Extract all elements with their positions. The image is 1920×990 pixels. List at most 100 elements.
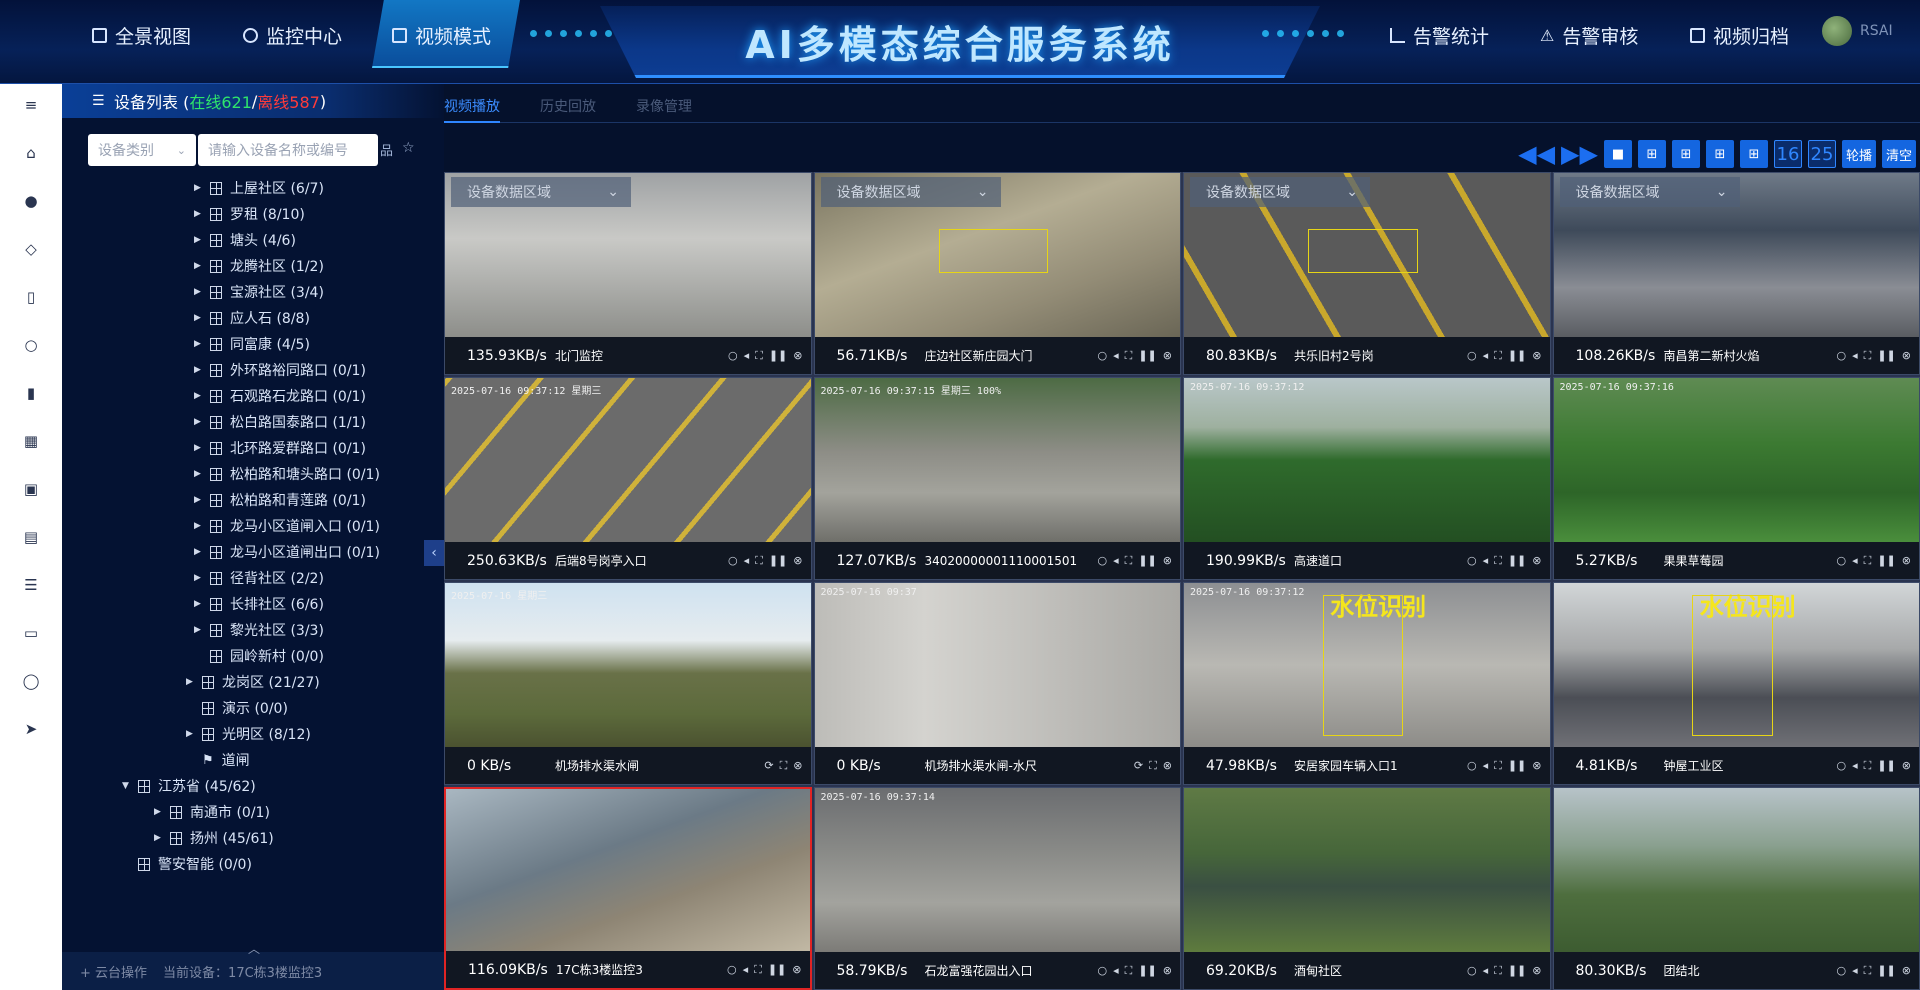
video-feed[interactable]	[1184, 788, 1550, 952]
fullscreen-icon[interactable]: ⛶	[1494, 349, 1502, 363]
record-icon[interactable]: ○	[1837, 349, 1847, 363]
tab-video-play[interactable]: 视频播放	[444, 96, 500, 116]
camera-icon[interactable]: ●	[22, 192, 40, 210]
fullscreen-icon[interactable]: ⛶	[1125, 554, 1133, 568]
record-icon[interactable]: ○	[1098, 349, 1108, 363]
tree-node[interactable]: ▶ 同富康 (4/5)	[194, 332, 310, 356]
caret-down-icon[interactable]: ▼	[122, 781, 130, 791]
volume-icon[interactable]: ◂	[744, 349, 750, 363]
document-icon[interactable]: ▮	[22, 384, 40, 402]
grid-icon[interactable]: ▣	[22, 480, 40, 498]
volume-icon[interactable]: ◂	[1483, 759, 1489, 773]
fullscreen-icon[interactable]: ⛶	[1125, 349, 1133, 363]
close-icon[interactable]: ⊗	[1902, 759, 1911, 773]
region-select[interactable]: 设备数据区域 ⌄	[1559, 177, 1740, 207]
pause-icon[interactable]: ❚❚	[768, 963, 786, 977]
close-icon[interactable]: ⊗	[1163, 964, 1172, 978]
close-icon[interactable]: ⊗	[793, 349, 802, 363]
tree-node[interactable]: ▶ 北环路爱群路口 (0/1)	[194, 436, 366, 460]
nav-alarm-review[interactable]: ⚠ 告警审核	[1540, 18, 1638, 52]
clear-button[interactable]: 清空	[1881, 140, 1916, 168]
video-feed[interactable]	[1553, 378, 1919, 542]
pause-icon[interactable]: ❚❚	[1877, 349, 1895, 363]
caret-right-icon[interactable]: ▶	[194, 209, 202, 219]
volume-icon[interactable]: ◂	[1852, 349, 1858, 363]
caret-right-icon[interactable]: ▶	[194, 391, 202, 401]
nav-panorama[interactable]: 全景视图	[92, 18, 191, 52]
caret-right-icon[interactable]: ▶	[194, 443, 202, 453]
tree-node[interactable]: 警安智能 (0/0)	[122, 852, 252, 876]
video-feed[interactable]	[445, 378, 811, 542]
close-icon[interactable]: ⊗	[1163, 554, 1172, 568]
video-cell[interactable]: 69.20KB/s 酒甸社区 ○ ◂ ⛶ ❚❚ ⊗	[1183, 787, 1551, 990]
record-icon[interactable]: ○	[728, 349, 738, 363]
next-page-button[interactable]: ▶▶	[1561, 140, 1598, 168]
volume-icon[interactable]: ◂	[743, 963, 749, 977]
tree-node[interactable]: ▶ 龙岗区 (21/27)	[186, 670, 320, 694]
tree-node[interactable]: ▶ 光明区 (8/12)	[186, 722, 311, 746]
video-cell[interactable]: 2025-07-16 09:37:15 星期三 100% 127.07KB/s 34…	[813, 377, 1181, 580]
video-cell[interactable]: 2025-07-16 09:37:14 58.79KB/s 石龙富强花园出入口 ○ ◂ ⛶…	[813, 787, 1181, 990]
tree-node[interactable]: ▶ 松白路国泰路口 (1/1)	[194, 410, 366, 434]
video-feed[interactable]	[1184, 378, 1550, 542]
volume-icon[interactable]: ◂	[1483, 964, 1489, 978]
close-icon[interactable]: ⊗	[1902, 349, 1911, 363]
refresh-icon[interactable]: ⟳	[1134, 759, 1143, 773]
tree-node[interactable]: ▶ 罗租 (8/10)	[194, 202, 305, 226]
caret-right-icon[interactable]: ▶	[194, 469, 202, 479]
video-cell[interactable]: 2025-07-16 09:37 0 KB/s 机场排水渠水闸-水尺 ⟳ ⛶ ⊗	[813, 582, 1181, 785]
list-icon[interactable]: ☰	[22, 576, 40, 594]
caret-right-icon[interactable]: ▶	[154, 807, 162, 817]
video-cell[interactable]: 设备数据区域 ⌄ 80.83KB/s 共乐旧村2号岗 ○ ◂ ⛶ ❚❚ ⊗	[1183, 172, 1551, 375]
tree-node[interactable]: ▶ 长排社区 (6/6)	[194, 592, 324, 616]
record-icon[interactable]: ○	[728, 554, 738, 568]
pause-icon[interactable]: ❚❚	[1508, 554, 1526, 568]
record-icon[interactable]: ○	[1837, 759, 1847, 773]
tree-node[interactable]: ▶ 龙马小区道闸入口 (0/1)	[194, 514, 380, 538]
record-icon[interactable]: ○	[1098, 964, 1108, 978]
record-icon[interactable]: ○	[1837, 554, 1847, 568]
tree-node[interactable]: ▶ 应人石 (8/8)	[194, 306, 310, 330]
chevron-up-icon[interactable]: ︿	[248, 940, 260, 957]
tree-node[interactable]: ▶ 石观路石龙路口 (0/1)	[194, 384, 366, 408]
home-icon[interactable]: ⌂	[22, 144, 40, 162]
pause-icon[interactable]: ❚❚	[1877, 964, 1895, 978]
ptz-control[interactable]: + 云台操作	[80, 962, 147, 981]
video-feed[interactable]	[446, 789, 810, 951]
tree-node[interactable]: ▶ 径背社区 (2/2)	[194, 566, 324, 590]
bulb-icon[interactable]: ◯	[22, 672, 40, 690]
table-icon[interactable]: ▦	[22, 432, 40, 450]
collapse-panel-button[interactable]: ‹	[424, 540, 444, 566]
nav-alarm-stats[interactable]: 告警统计	[1390, 18, 1489, 52]
close-icon[interactable]: ⊗	[1532, 759, 1541, 773]
tree-node[interactable]: ▼ 江苏省 (45/62)	[122, 774, 256, 798]
close-icon[interactable]: ⊗	[1163, 349, 1172, 363]
user-icon[interactable]: ○	[22, 336, 40, 354]
video-feed[interactable]	[814, 378, 1180, 542]
tree-node[interactable]: ▶ 外环路裕同路口 (0/1)	[194, 358, 366, 382]
fullscreen-icon[interactable]: ⛶	[1125, 964, 1133, 978]
pause-icon[interactable]: ❚❚	[1138, 554, 1156, 568]
caret-right-icon[interactable]: ▶	[194, 573, 202, 583]
pause-icon[interactable]: ❚❚	[1138, 964, 1156, 978]
tree-node[interactable]: ▶ 松柏路和塘头路口 (0/1)	[194, 462, 380, 486]
caret-right-icon[interactable]: ▶	[194, 313, 202, 323]
layout-1-button[interactable]: ■	[1603, 140, 1632, 168]
tree-node[interactable]: ▶ 黎光社区 (3/3)	[194, 618, 324, 642]
region-select[interactable]: 设备数据区域 ⌄	[1190, 177, 1370, 207]
layout-16-button[interactable]: 16	[1773, 140, 1802, 168]
tab-record-manage[interactable]: 录像管理	[636, 96, 692, 116]
device-category-select[interactable]: 设备类别 ⌄	[88, 134, 196, 166]
caret-right-icon[interactable]: ▶	[194, 495, 202, 505]
video-cell[interactable]: 2025-07-16 09:37:12 190.99KB/s 高速道口 ○ ◂ ⛶ ❚❚ ⊗	[1183, 377, 1551, 580]
tree-node[interactable]: ▶ 松柏路和青莲路 (0/1)	[194, 488, 366, 512]
record-icon[interactable]: ○	[1098, 554, 1108, 568]
video-feed[interactable]	[1553, 788, 1919, 952]
fullscreen-icon[interactable]: ⛶	[1864, 759, 1872, 773]
record-icon[interactable]: ○	[1467, 759, 1477, 773]
volume-icon[interactable]: ◂	[1852, 554, 1858, 568]
layout-icon[interactable]: ▤	[22, 528, 40, 546]
tree-node[interactable]: 演示 (0/0)	[186, 696, 288, 720]
tree-icon[interactable]: 品	[380, 140, 393, 159]
tree-node[interactable]: ▶ 塘头 (4/6)	[194, 228, 296, 252]
